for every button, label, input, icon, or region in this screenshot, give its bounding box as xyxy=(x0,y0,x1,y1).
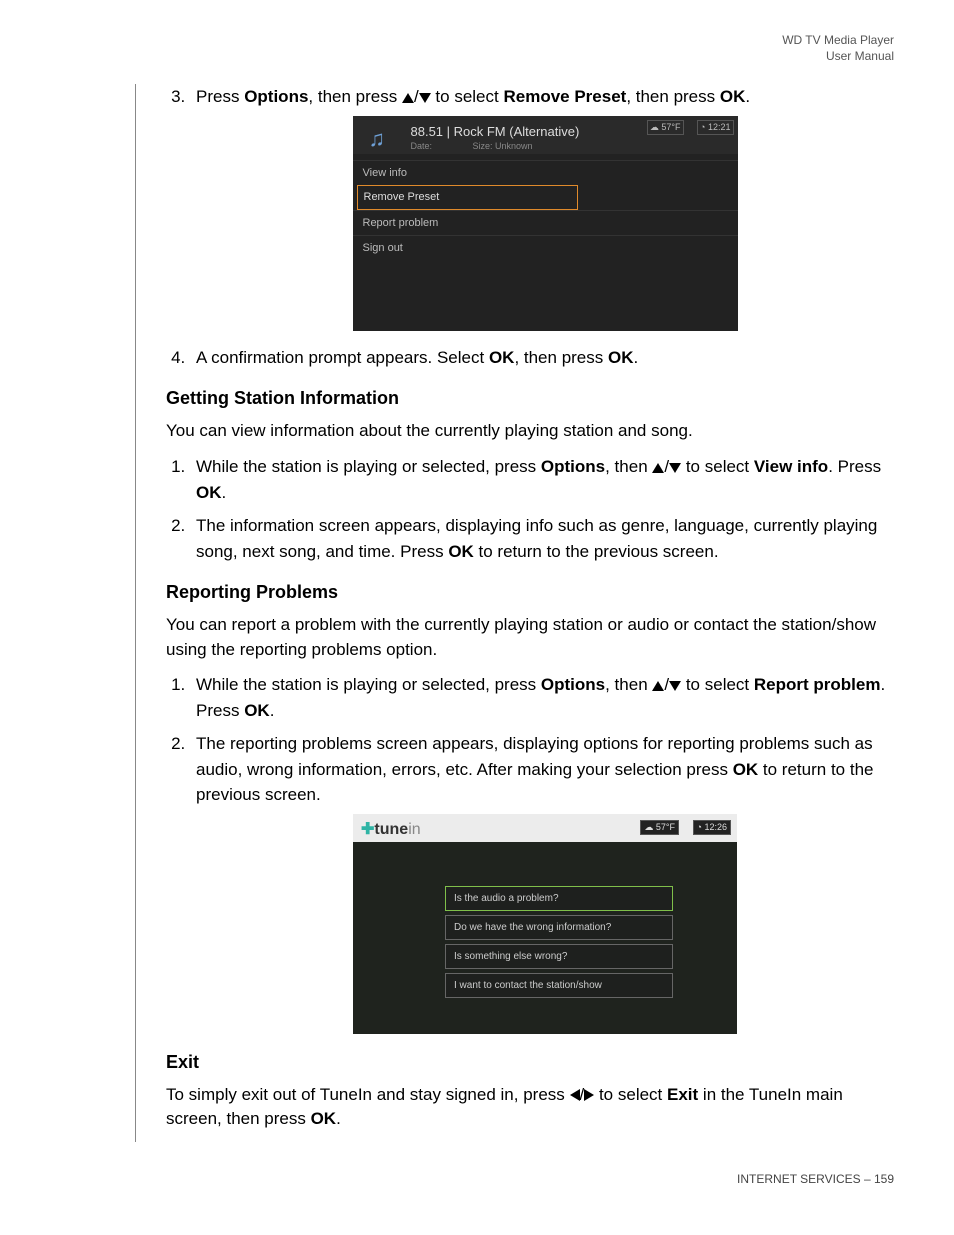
size-label: Size: Unknown xyxy=(473,140,533,154)
option-something-else: Is something else wrong? xyxy=(445,944,673,969)
option-wrong-info: Do we have the wrong information? xyxy=(445,915,673,940)
menu-sign-out: Sign out xyxy=(353,235,738,261)
para-station-info: You can view information about the curre… xyxy=(166,419,894,444)
footer-section: INTERNET SERVICES xyxy=(737,1172,861,1186)
option-contact-station: I want to contact the station/show xyxy=(445,973,673,998)
heading-exit: Exit xyxy=(166,1052,894,1073)
date-label: Date: xyxy=(411,140,433,154)
time-badge: ◔ 12:26 xyxy=(693,820,731,836)
music-note-icon: ♫ xyxy=(369,122,386,155)
page-footer: INTERNET SERVICES – 159 xyxy=(60,1172,894,1186)
heading-getting-station-info: Getting Station Information xyxy=(166,388,894,409)
content-column: Press Options, then press / to select Re… xyxy=(135,84,894,1142)
up-arrow-icon xyxy=(402,93,414,103)
header-line2: User Manual xyxy=(826,49,894,63)
footer-page: – 159 xyxy=(861,1172,894,1186)
step-4: A confirmation prompt appears. Select OK… xyxy=(190,345,894,371)
up-arrow-icon xyxy=(652,463,664,473)
left-arrow-icon xyxy=(570,1089,580,1101)
station-info-step-1: While the station is playing or selected… xyxy=(190,454,894,505)
time-badge: ◔ 12:21 xyxy=(697,120,733,136)
report-step-1: While the station is playing or selected… xyxy=(190,672,894,723)
page-header: WD TV Media Player User Manual xyxy=(60,32,894,64)
weather-badge: ☁ 57°F xyxy=(640,820,679,836)
report-step-2: The reporting problems screen appears, d… xyxy=(190,731,894,1034)
station-title: 88.51 | Rock FM (Alternative) xyxy=(411,122,580,142)
station-info-step-2: The information screen appears, displayi… xyxy=(190,513,894,564)
menu-view-info: View info xyxy=(353,160,738,186)
down-arrow-icon xyxy=(669,681,681,691)
down-arrow-icon xyxy=(419,93,431,103)
down-arrow-icon xyxy=(669,463,681,473)
screenshot-remove-preset: ♫ 88.51 | Rock FM (Alternative) Date: Si… xyxy=(353,116,738,331)
heading-reporting-problems: Reporting Problems xyxy=(166,582,894,603)
menu-remove-preset: Remove Preset xyxy=(357,185,578,210)
para-reporting-problems: You can report a problem with the curren… xyxy=(166,613,894,662)
weather-badge: ☁ 57°F xyxy=(647,120,684,136)
screenshot-report-problem: ✚tunein ☁ 57°F ◔ 12:26 Is the audio a pr… xyxy=(353,814,737,1034)
tunein-logo: ✚tunein xyxy=(361,818,421,842)
menu-report-problem: Report problem xyxy=(353,210,738,236)
para-exit: To simply exit out of TuneIn and stay si… xyxy=(166,1083,894,1132)
right-arrow-icon xyxy=(584,1089,594,1101)
up-arrow-icon xyxy=(652,681,664,691)
step-3: Press Options, then press / to select Re… xyxy=(190,84,894,331)
option-audio-problem: Is the audio a problem? xyxy=(445,886,673,911)
header-line1: WD TV Media Player xyxy=(782,33,894,47)
